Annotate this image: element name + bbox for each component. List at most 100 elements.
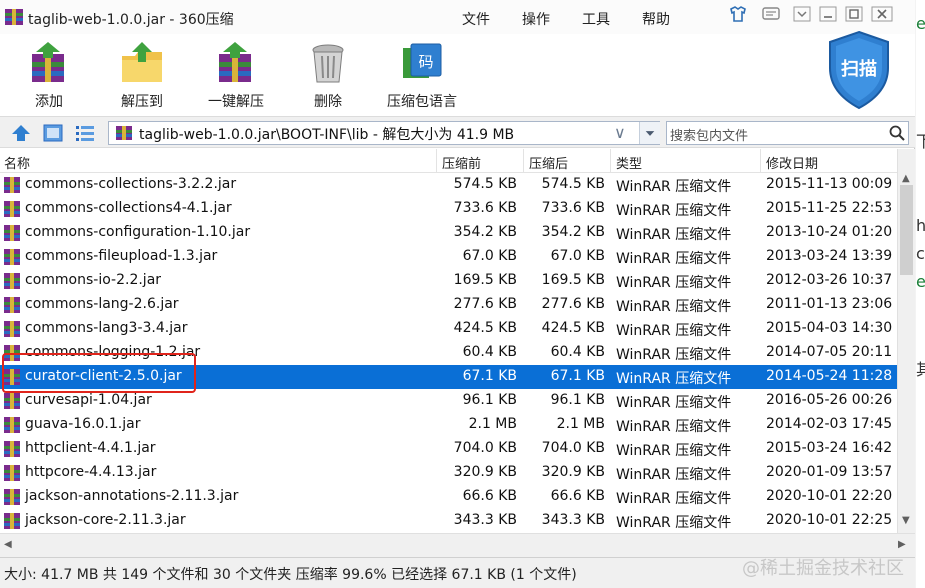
file-type: WinRAR 压缩文件 <box>616 443 732 459</box>
menu-help[interactable]: 帮助 <box>642 9 670 29</box>
file-name: commons-configuration-1.10.jar <box>25 224 251 240</box>
scroll-right-icon[interactable]: ▶ <box>898 539 906 550</box>
minimize-icon[interactable] <box>818 5 838 23</box>
file-modified: 2011-01-13 23:06 <box>766 296 893 312</box>
file-type: WinRAR 压缩文件 <box>616 395 732 411</box>
delete-button[interactable]: 删除 <box>292 34 364 116</box>
path-history-icon[interactable]: ∨ <box>614 123 626 142</box>
file-type: WinRAR 压缩文件 <box>616 227 732 243</box>
maximize-icon[interactable] <box>844 5 864 23</box>
menu-chevron-icon[interactable] <box>792 5 812 23</box>
feedback-icon[interactable] <box>760 5 782 23</box>
file-row[interactable]: commons-collections-3.2.2.jar 574.5 KB 574… <box>0 173 897 197</box>
file-modified: 2014-02-03 17:45 <box>766 416 893 432</box>
file-packed-size: 320.9 KB <box>453 464 517 480</box>
file-name: httpcore-4.4.13.jar <box>25 464 157 480</box>
jar-file-icon <box>4 465 20 481</box>
background-text: c <box>916 244 925 263</box>
skin-shirt-icon[interactable] <box>728 5 748 23</box>
file-row[interactable]: httpclient-4.4.1.jar 704.0 KB 704.0 KB WinR… <box>0 437 897 461</box>
file-size: 67.0 KB <box>550 248 605 264</box>
one-click-extract-button[interactable]: 一键解压 <box>198 34 274 116</box>
file-packed-size: 733.6 KB <box>453 200 517 216</box>
background-text: e <box>916 272 925 291</box>
file-size: 343.3 KB <box>541 512 605 528</box>
jar-file-icon <box>4 489 20 505</box>
file-size: 169.5 KB <box>541 272 605 288</box>
path-field[interactable]: taglib-web-1.0.0.jar\BOOT-INF\lib - 解包大小… <box>108 121 660 145</box>
column-type[interactable]: 类型 <box>616 153 642 172</box>
jar-file-icon <box>4 201 20 217</box>
search-input[interactable]: 搜索包内文件 <box>666 121 909 145</box>
file-type: WinRAR 压缩文件 <box>616 179 732 195</box>
file-row[interactable]: guava-16.0.1.jar 2.1 MB 2.1 MB WinRAR 压缩文件 2… <box>0 413 897 437</box>
file-modified: 2014-05-24 11:28 <box>766 368 893 384</box>
jar-file-icon <box>4 297 20 313</box>
status-text: 大小: 41.7 MB 共 149 个文件和 30 个文件夹 压缩率 99.6%… <box>4 567 577 583</box>
vertical-scroll-thumb[interactable] <box>900 185 913 275</box>
background-text: 下 <box>916 132 925 151</box>
menu-file[interactable]: 文件 <box>462 9 490 29</box>
file-packed-size: 66.6 KB <box>462 488 517 504</box>
file-modified: 2015-04-03 14:30 <box>766 320 893 336</box>
file-modified: 2012-03-26 10:37 <box>766 272 893 288</box>
delete-label: 删除 <box>314 94 342 110</box>
column-modified[interactable]: 修改日期 <box>766 153 818 172</box>
menu-operation[interactable]: 操作 <box>522 9 550 29</box>
file-size: 67.1 KB <box>550 368 605 384</box>
jar-file-icon <box>4 393 20 409</box>
up-arrow-icon[interactable] <box>10 123 32 143</box>
file-size: 2.1 MB <box>556 416 605 432</box>
file-size: 574.5 KB <box>541 176 605 192</box>
column-packed[interactable]: 压缩前 <box>442 153 481 172</box>
file-type: WinRAR 压缩文件 <box>616 275 732 291</box>
menu-tools[interactable]: 工具 <box>582 9 610 29</box>
search-icon[interactable] <box>888 124 906 142</box>
file-name: curvesapi-1.04.jar <box>25 392 152 408</box>
column-divider[interactable] <box>523 149 524 173</box>
file-row[interactable]: commons-lang3-3.4.jar 424.5 KB 424.5 KB Win… <box>0 317 897 341</box>
column-divider[interactable] <box>760 149 761 173</box>
annotation-highlight <box>2 353 196 393</box>
watermark: @稀土掘金技术社区 <box>742 558 904 579</box>
file-modified: 2015-03-24 16:42 <box>766 440 893 456</box>
file-type: WinRAR 压缩文件 <box>616 491 732 507</box>
file-row[interactable]: commons-io-2.2.jar 169.5 KB 169.5 KB WinRAR… <box>0 269 897 293</box>
column-divider[interactable] <box>610 149 611 173</box>
vertical-scrollbar[interactable]: ▲ ▼ <box>897 149 915 533</box>
file-row[interactable]: commons-collections4-4.1.jar 733.6 KB 733.… <box>0 197 897 221</box>
file-list-header: 名称 压缩前 压缩后 类型 修改日期 <box>0 149 897 173</box>
file-row[interactable]: commons-fileupload-1.3.jar 67.0 KB 67.0 KB… <box>0 245 897 269</box>
file-modified: 2015-11-25 22:53 <box>766 200 893 216</box>
file-name: jackson-core-2.11.3.jar <box>25 512 186 528</box>
file-packed-size: 96.1 KB <box>462 392 517 408</box>
file-row[interactable]: httpcore-4.4.13.jar 320.9 KB 320.9 KB WinRA… <box>0 461 897 485</box>
folder-extract-icon <box>122 42 162 82</box>
close-icon[interactable] <box>870 5 894 23</box>
column-name[interactable]: 名称 <box>4 153 30 172</box>
thumbnail-view-icon[interactable] <box>42 123 64 143</box>
file-row[interactable]: jackson-annotations-2.11.3.jar 66.6 KB 66.… <box>0 485 897 509</box>
file-row[interactable]: commons-lang-2.6.jar 277.6 KB 277.6 KB WinR… <box>0 293 897 317</box>
file-row[interactable]: commons-configuration-1.10.jar 354.2 KB 35… <box>0 221 897 245</box>
scroll-up-icon[interactable]: ▲ <box>902 173 910 184</box>
file-type: WinRAR 压缩文件 <box>616 515 732 531</box>
scroll-left-icon[interactable]: ◀ <box>4 539 12 550</box>
column-size[interactable]: 压缩后 <box>529 153 568 172</box>
extract-to-button[interactable]: 解压到 <box>104 34 180 116</box>
archive-app-icon <box>5 9 23 25</box>
file-row[interactable]: jackson-core-2.11.3.jar 343.3 KB 343.3 KB W… <box>0 509 897 533</box>
file-packed-size: 67.0 KB <box>462 248 517 264</box>
scroll-down-icon[interactable]: ▼ <box>902 515 910 526</box>
window-title: taglib-web-1.0.0.jar - 360压缩 <box>28 12 234 28</box>
language-label: 压缩包语言 <box>387 94 457 110</box>
list-view-icon[interactable] <box>74 123 96 143</box>
column-divider[interactable] <box>436 149 437 173</box>
language-button[interactable]: 码 压缩包语言 <box>380 34 464 116</box>
add-button[interactable]: 添加 <box>12 34 86 116</box>
background-window: e 下 h c e 其 <box>916 0 925 588</box>
path-text: taglib-web-1.0.0.jar\BOOT-INF\lib - 解包大小… <box>139 127 515 143</box>
path-dropdown-icon[interactable] <box>639 122 660 144</box>
file-size: 320.9 KB <box>541 464 605 480</box>
scan-shield-button[interactable]: 扫描 <box>826 30 892 110</box>
